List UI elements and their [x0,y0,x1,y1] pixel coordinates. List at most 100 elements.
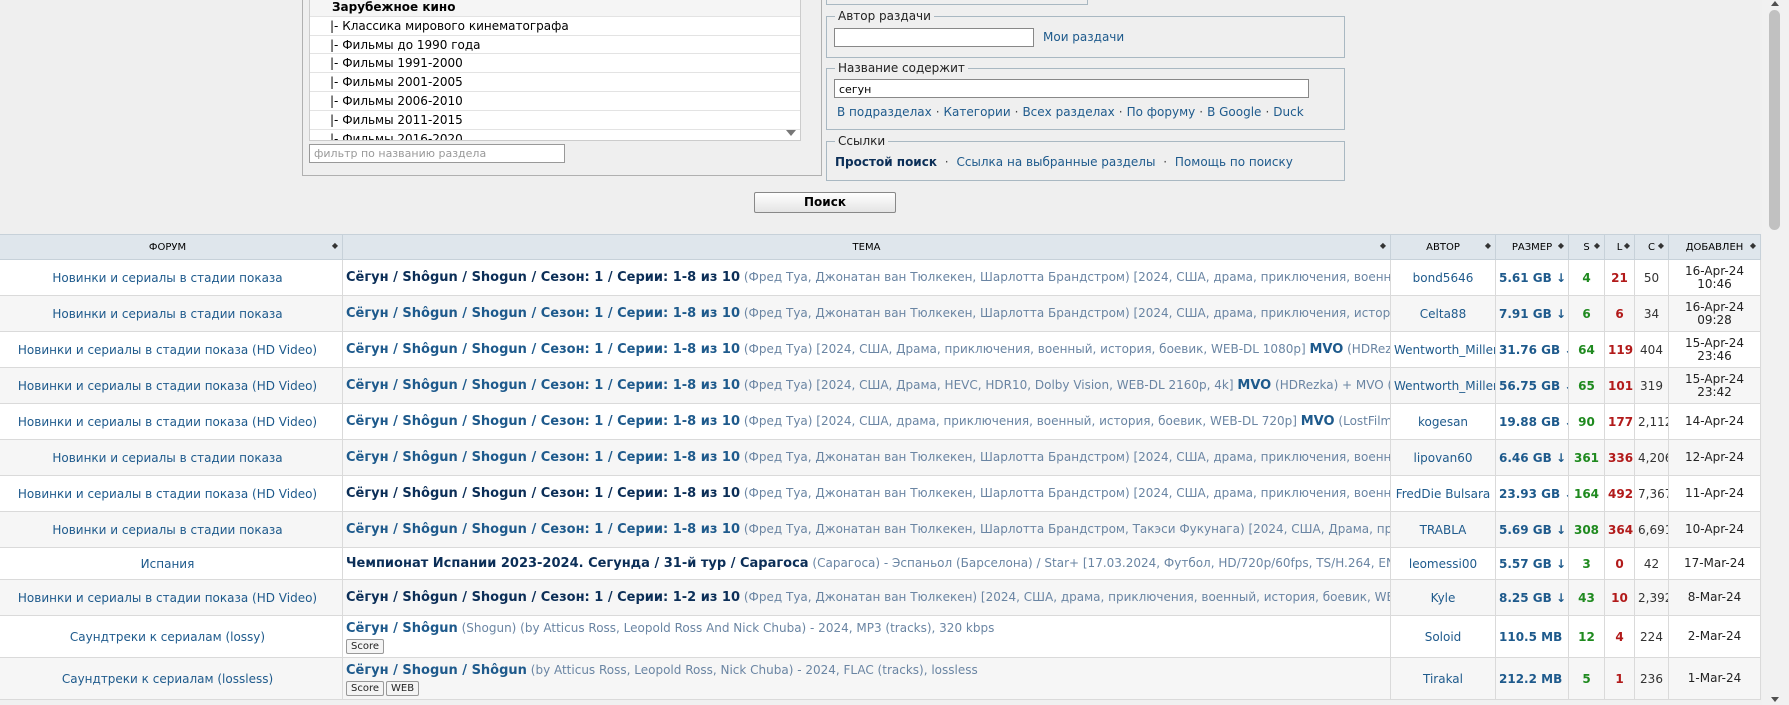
col-author[interactable]: АВТОР ◆ [1390,234,1496,260]
topic-title[interactable]: Сёгун / Shôgun / Shogun / Сезон: 1 / Сер… [346,342,740,357]
topic-cell[interactable]: Сёгун / Shôgun / Shogun / Сезон: 1 / Сер… [342,331,1391,368]
topic-cell[interactable]: Сёгун / Shôgun / Shogun / Сезон: 1 / Сер… [342,475,1391,512]
topic-cell[interactable]: Сёгун / Shogun / Shôgun (by Atticus Ross… [342,657,1391,700]
forum-link[interactable]: Новинки и сериалы в стадии показа (HD Vi… [0,403,343,440]
forum-link[interactable]: Новинки и сериалы в стадии показа [0,511,343,548]
topic-cell[interactable]: Сёгун / Shôgun / Shogun / Сезон: 1 / Сер… [342,439,1391,476]
author-link[interactable]: Soloid [1390,615,1496,658]
topic-cell[interactable]: Сёгун / Shôgun / Shogun / Сезон: 1 / Сер… [342,579,1391,616]
scope-link-duck[interactable]: Duck [1273,105,1303,119]
simple-search-link[interactable]: Простой поиск [835,155,937,169]
topic-title[interactable]: Чемпионат Испании 2023-2024. Сегунда / 3… [346,556,809,571]
topic-title[interactable]: Сёгун / Shôgun / Shogun / Сезон: 1 / Сер… [346,270,740,285]
author-link[interactable]: Kyle [1390,579,1496,616]
author-link[interactable]: Wentworth_Miller [1390,331,1496,368]
author-input[interactable] [834,28,1034,47]
topic-cell[interactable]: Чемпионат Испании 2023-2024. Сегунда / 3… [342,547,1391,580]
forum-group-option[interactable]: Зарубежное кино [310,0,800,17]
forum-link[interactable]: Новинки и сериалы в стадии показа [0,439,343,476]
col-size[interactable]: РАЗМЕР ◆ [1495,234,1569,260]
search-button[interactable]: Поиск [754,192,896,213]
forum-option[interactable]: |- Фильмы 2006-2010 [310,92,800,111]
download-size-link[interactable]: 7.91 GB ↓ [1495,295,1569,332]
download-size-link[interactable]: 19.88 GB ↓ [1495,403,1569,440]
topic-cell[interactable]: Сёгун / Shôgun / Shogun / Сезон: 1 / Сер… [342,367,1391,404]
download-size-link[interactable]: 5.57 GB ↓ [1495,547,1569,580]
author-link[interactable]: Celta88 [1390,295,1496,332]
download-size-link[interactable]: 212.2 MB ↓ [1495,657,1569,700]
author-link[interactable]: FredDie Bulsara [1390,475,1496,512]
search-help-link[interactable]: Помощь по поиску [1175,155,1293,169]
forum-option[interactable]: |- Классика мирового кинематографа [310,17,800,36]
sort-icon: ◆ [1593,241,1600,250]
forum-filter-input[interactable]: фильтр по названию раздела [309,144,565,163]
scroll-thumb[interactable] [1769,10,1780,230]
forum-select-list[interactable]: Зарубежное кино |- Классика мирового кине… [309,0,801,141]
tag-badge[interactable]: Score [346,638,385,654]
topic-title[interactable]: Сёгун / Shôgun / Shogun / Сезон: 1 / Сер… [346,306,740,321]
topic-cell[interactable]: Сёгун / Shôgun / Shogun / Сезон: 1 / Сер… [342,511,1391,548]
topic-title[interactable]: Сёгун / Shôgun / Shogun / Сезон: 1 / Сер… [346,486,740,501]
forum-option[interactable]: |- Фильмы 2016-2020 [310,130,800,140]
col-added[interactable]: ДОБАВЛЕН ◆ [1668,234,1761,260]
topic-cell[interactable]: Сёгун / Shôgun (Shogun) (by Atticus Ross… [342,615,1391,658]
scope-link-subforums[interactable]: В подразделах [837,105,932,119]
topic-title[interactable]: Сёгун / Shôgun / Shogun / Сезон: 1 / Сер… [346,414,740,429]
scroll-up-icon[interactable] [1771,1,1779,6]
scope-link-all[interactable]: Всех разделах [1022,105,1114,119]
author-link[interactable]: Tirakal [1390,657,1496,700]
forum-option[interactable]: |- Фильмы 1991-2000 [310,54,800,74]
scope-link-categories[interactable]: Категории [944,105,1011,119]
tag-badge[interactable]: Score [346,680,385,696]
download-size-link[interactable]: 5.61 GB ↓ [1495,259,1569,296]
topic-title[interactable]: Сёгун / Shôgun / Shogun / Сезон: 1 / Сер… [346,450,740,465]
download-size-link[interactable]: 8.25 GB ↓ [1495,579,1569,616]
col-topic[interactable]: ТЕМА ◆ [342,234,1391,260]
author-link[interactable]: bond5646 [1390,259,1496,296]
scroll-down-icon[interactable] [1771,697,1779,702]
author-link[interactable]: kogesan [1390,403,1496,440]
topic-cell[interactable]: Сёгун / Shôgun / Shogun / Сезон: 1 / Сер… [342,403,1391,440]
forum-link[interactable]: Испания [0,547,343,580]
scope-link-forum[interactable]: По форуму [1127,105,1196,119]
col-completed[interactable]: C ◆ [1634,234,1669,260]
download-size-link[interactable]: 5.69 GB ↓ [1495,511,1569,548]
download-size-link[interactable]: 110.5 MB ↓ [1495,615,1569,658]
forum-link[interactable]: Новинки и сериалы в стадии показа (HD Vi… [0,475,343,512]
forum-link[interactable]: Новинки и сериалы в стадии показа [0,295,343,332]
forum-option[interactable]: |- Фильмы 2001-2005 [310,73,800,92]
topic-title[interactable]: Сёгун / Shôgun / Shogun / Сезон: 1 / Сер… [346,522,740,537]
topic-title[interactable]: Сёгун / Shôgun [346,621,458,636]
author-link[interactable]: leomessi00 [1390,547,1496,580]
topic-title[interactable]: Сёгун / Shôgun / Shogun / Сезон: 1 / Сер… [346,378,740,393]
tag-badge[interactable]: WEB [386,680,420,696]
forum-link[interactable]: Новинки и сериалы в стадии показа (HD Vi… [0,579,343,616]
col-forum[interactable]: ФОРУМ ◆ [0,234,343,260]
col-leechers[interactable]: L ◆ [1604,234,1635,260]
author-link[interactable]: Wentworth_Miller [1390,367,1496,404]
forum-link[interactable]: Новинки и сериалы в стадии показа [0,259,343,296]
forum-link[interactable]: Саундтреки к сериалам (lossless) [0,657,343,700]
forum-option[interactable]: |- Фильмы до 1990 года [310,36,800,55]
page-scrollbar[interactable] [1762,0,1789,705]
topic-title[interactable]: Сёгун / Shogun / Shôgun [346,663,527,678]
topic-cell[interactable]: Сёгун / Shôgun / Shogun / Сезон: 1 / Сер… [342,295,1391,332]
download-size-link[interactable]: 23.93 GB ↓ [1495,475,1569,512]
forum-option[interactable]: |- Фильмы 2011-2015 [310,111,800,130]
forum-link[interactable]: Новинки и сериалы в стадии показа (HD Vi… [0,331,343,368]
forum-link[interactable]: Новинки и сериалы в стадии показа (HD Vi… [0,367,343,404]
my-torrents-link[interactable]: Мои раздачи [1043,30,1124,44]
col-seeders[interactable]: S ◆ [1568,234,1605,260]
author-link[interactable]: lipovan60 [1390,439,1496,476]
topic-title[interactable]: Сёгун / Shôgun / Shogun / Сезон: 1 / Сер… [346,590,740,605]
download-size-link[interactable]: 6.46 GB ↓ [1495,439,1569,476]
scope-link-google[interactable]: В Google [1207,105,1261,119]
download-size-link[interactable]: 31.76 GB ↓ [1495,331,1569,368]
topic-cell[interactable]: Сёгун / Shôgun / Shogun / Сезон: 1 / Сер… [342,259,1391,296]
selected-forums-link[interactable]: Ссылка на выбранные разделы [956,155,1155,169]
author-link[interactable]: TRABLA [1390,511,1496,548]
list-scroll-down-icon[interactable] [786,130,796,136]
title-input[interactable]: сегун [834,79,1309,98]
download-size-link[interactable]: 56.75 GB ↓ [1495,367,1569,404]
forum-link[interactable]: Саундтреки к сериалам (lossy) [0,615,343,658]
